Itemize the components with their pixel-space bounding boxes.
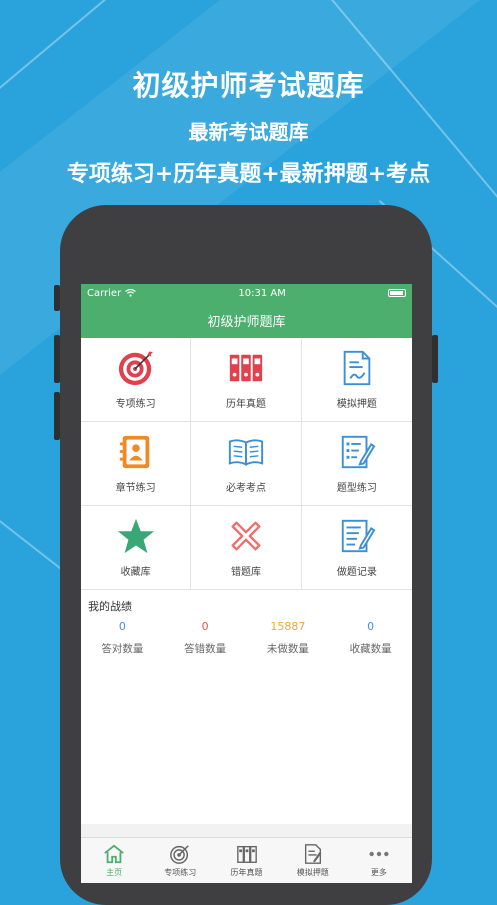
tab-mock-exam[interactable]: 模拟押题 [280,838,346,883]
document-edit-icon [304,844,321,864]
stats-title: 我的战绩 [88,600,132,613]
menu-item-label: 做题记录 [336,567,377,578]
menu-item-mock-exam[interactable]: 模拟押题 [301,338,412,422]
stat-label: 答对数量 [101,643,144,655]
menu-item-label: 题型练习 [336,483,377,494]
stat-correct[interactable]: 0 答对数量 [81,620,164,656]
stats-panel: 我的战绩 0 答对数量 0 答错数量 15887 未做数量 0 收藏数量 [81,590,412,824]
nav-bar: 初级护师题库 [81,302,412,338]
binders-icon [236,845,257,863]
promo-title: 初级护师考试题库 [132,69,365,102]
tab-label: 模拟押题 [296,868,329,877]
menu-item-label: 专项练习 [115,399,156,410]
carrier-label: Carrier [87,287,122,299]
page-title: 初级护师题库 [207,314,286,330]
menu-item-label: 收藏库 [120,567,151,578]
stat-value: 0 [367,620,375,633]
menu-item-label: 模拟押题 [336,399,377,410]
menu-grid: 专项练习 历年真题 模拟押题 章节练习 必考考点 题型练习 收藏库 错题库 做题… [81,338,412,590]
binders-icon [229,354,263,382]
stat-label: 未做数量 [266,643,309,655]
battery-icon [387,289,406,297]
stat-favorites[interactable]: 0 收藏数量 [329,620,412,656]
tab-bar: 主页 专项练习 历年真题 模拟押题 更多 [81,837,412,883]
more-dots-icon [369,851,389,857]
tab-label: 主页 [106,868,123,877]
target-icon [170,845,190,864]
phone-side-button [432,335,438,383]
menu-item-history[interactable]: 做题记录 [301,506,412,590]
menu-item-past-exams[interactable]: 历年真题 [191,338,302,422]
status-time: 10:31 AM [238,287,286,299]
target-icon [118,350,153,386]
promo-features: 专项练习+历年真题+最新押题+考点 [66,161,431,187]
phone-side-button [54,392,60,440]
tab-special-practice[interactable]: 专项练习 [147,838,213,883]
menu-item-label: 历年真题 [225,399,266,410]
menu-item-chapter-practice[interactable]: 章节练习 [81,422,192,506]
tab-past-exams[interactable]: 历年真题 [213,838,279,883]
stat-wrong[interactable]: 0 答错数量 [164,620,247,656]
stat-label: 答错数量 [184,643,227,655]
phone-side-button [54,335,60,383]
tab-label: 更多 [370,868,387,877]
tab-home[interactable]: 主页 [81,838,147,883]
stat-value: 0 [201,620,209,633]
stat-undone[interactable]: 15887 未做数量 [247,620,330,656]
menu-item-label: 必考考点 [225,483,266,494]
phone-side-button [54,285,60,311]
stat-value: 15887 [270,620,306,633]
menu-item-label: 章节练习 [115,483,156,494]
menu-item-favorites[interactable]: 收藏库 [81,506,192,590]
cross-icon [231,521,261,551]
tab-more[interactable]: 更多 [346,838,412,883]
open-book-icon [228,439,264,466]
menu-item-label: 错题库 [230,567,261,578]
wifi-icon [125,289,137,297]
stat-value: 0 [118,620,126,633]
tab-label: 历年真题 [230,868,263,877]
home-icon [104,844,124,864]
document-edit-icon [343,350,371,386]
menu-item-wrong-answers[interactable]: 错题库 [191,506,302,590]
checklist-icon [341,435,376,469]
status-bar: Carrier 10:31 AM [81,284,412,302]
star-icon [117,518,154,554]
menu-item-special-practice[interactable]: 专项练习 [81,338,192,422]
phone-screen: Carrier 10:31 AM 初级护师题库 专项练习 历年真题 模拟押题 章… [81,284,412,883]
promo-subtitle: 最新考试题库 [188,120,309,144]
contacts-book-icon [119,435,149,469]
stats-row: 0 答对数量 0 答错数量 15887 未做数量 0 收藏数量 [81,620,412,656]
stat-label: 收藏数量 [349,643,392,655]
menu-item-question-type-practice[interactable]: 题型练习 [301,422,412,506]
menu-item-key-points[interactable]: 必考考点 [191,422,302,506]
tab-label: 专项练习 [164,868,197,877]
record-icon [341,519,376,553]
